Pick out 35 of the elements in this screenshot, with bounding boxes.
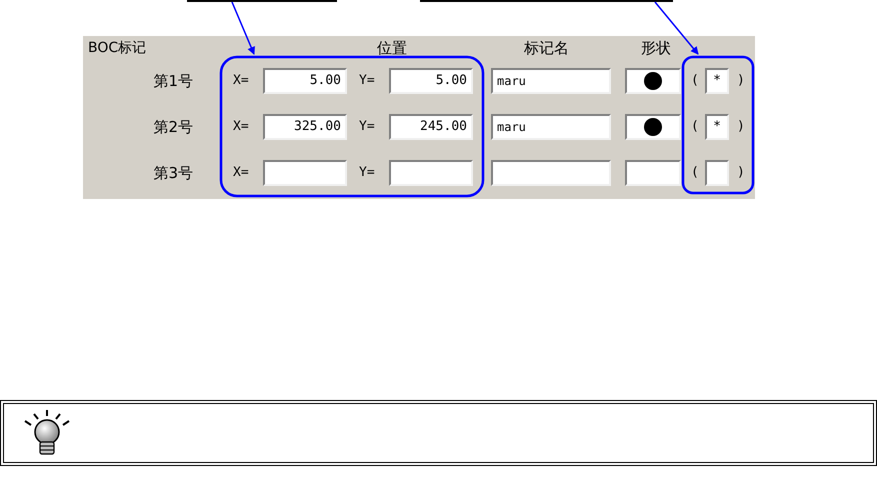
x-field[interactable]: 5.00 bbox=[263, 68, 347, 94]
shape-field[interactable] bbox=[625, 160, 681, 186]
x-label: X= bbox=[233, 118, 250, 136]
y-label: Y= bbox=[359, 164, 376, 182]
y-field[interactable]: 5.00 bbox=[389, 68, 473, 94]
x-field[interactable]: 325.00 bbox=[263, 114, 347, 140]
column-header: 位置 bbox=[377, 38, 408, 59]
asterisk-field[interactable] bbox=[705, 160, 729, 186]
bracket: ( bbox=[691, 118, 700, 136]
row-label: 第3号 bbox=[152, 162, 193, 184]
y-label: Y= bbox=[359, 118, 376, 136]
shape-field[interactable] bbox=[625, 114, 681, 140]
y-field[interactable]: 245.00 bbox=[389, 114, 473, 140]
shape-field[interactable] bbox=[625, 68, 681, 94]
mark-name-field[interactable] bbox=[491, 160, 611, 186]
y-field[interactable] bbox=[389, 160, 473, 186]
asterisk-field[interactable]: * bbox=[705, 68, 729, 94]
column-header: 标记名 bbox=[524, 38, 570, 59]
x-label: X= bbox=[233, 72, 250, 90]
bracket: ) bbox=[737, 118, 745, 136]
bracket: ) bbox=[737, 72, 745, 90]
bracket: ( bbox=[691, 72, 700, 90]
x-field[interactable] bbox=[263, 160, 347, 186]
y-label: Y= bbox=[359, 72, 376, 90]
mark-name-field[interactable]: maru bbox=[491, 114, 611, 140]
column-header: 形状 bbox=[641, 38, 672, 59]
x-label: X= bbox=[233, 164, 250, 182]
panel-title: BOC标记 bbox=[88, 38, 146, 58]
asterisk-field[interactable]: * bbox=[705, 114, 729, 140]
bracket: ) bbox=[737, 164, 745, 182]
bracket: ( bbox=[691, 164, 700, 182]
callout-arrow bbox=[231, 2, 255, 55]
row-label: 第2号 bbox=[152, 116, 193, 138]
row-label: 第1号 bbox=[152, 70, 193, 92]
mark-name-field[interactable]: maru bbox=[491, 68, 611, 94]
